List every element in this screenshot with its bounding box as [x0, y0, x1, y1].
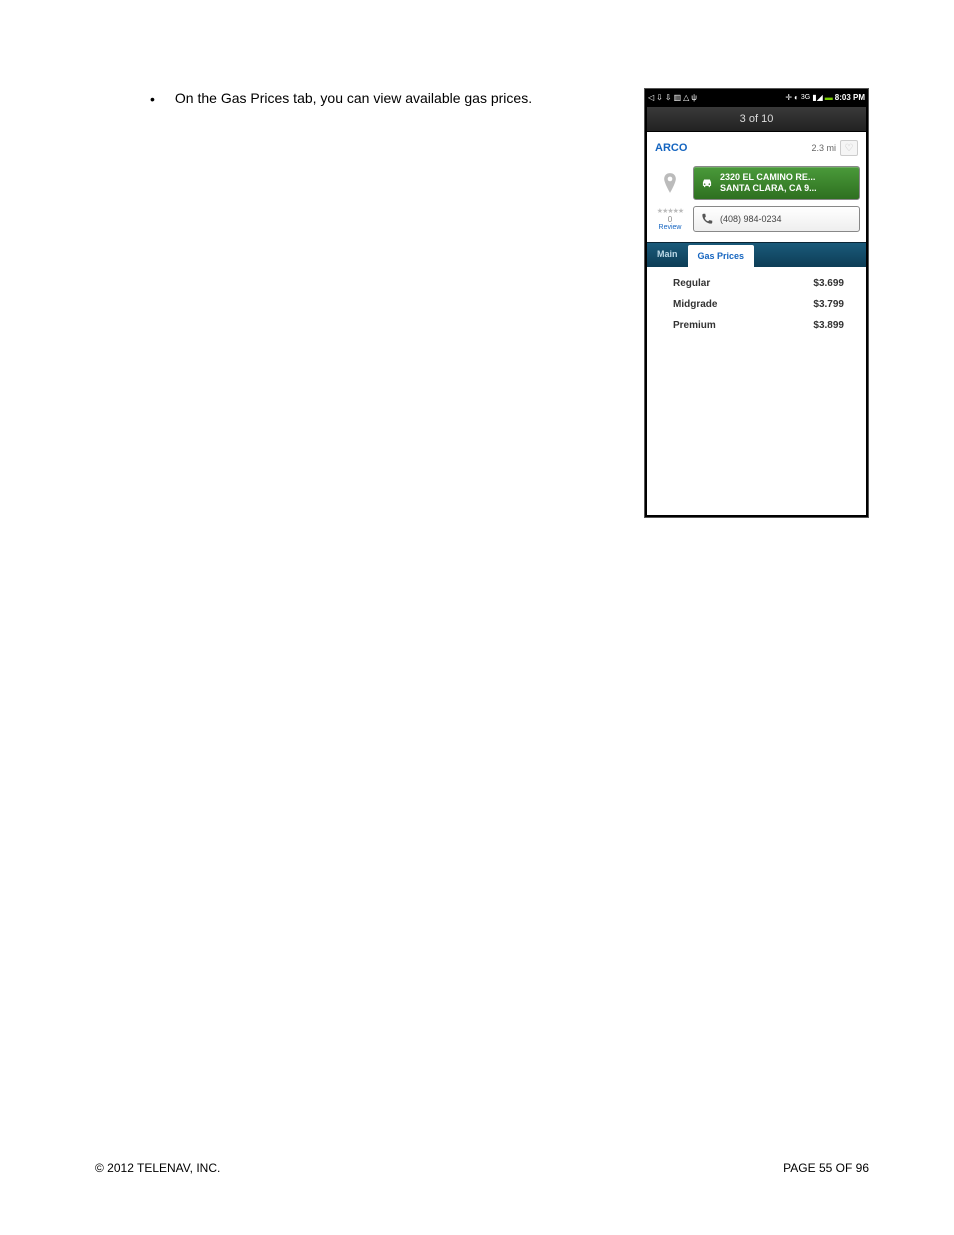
poi-name: ARCO	[655, 142, 687, 154]
info-section: 2320 EL CAMINO RE... SANTA CLARA, CA 9..…	[647, 162, 866, 242]
price-value: $3.799	[813, 299, 844, 310]
price-row: Premium $3.899	[647, 315, 866, 336]
bullet-dot: •	[150, 91, 155, 107]
battery-icon: ▬	[825, 93, 833, 102]
result-counter: 3 of 10	[647, 107, 866, 132]
favorite-button[interactable]: ♡	[840, 140, 858, 156]
tab-main[interactable]: Main	[647, 243, 688, 267]
signal-icon: ▮◢	[812, 93, 823, 102]
download-icon-2: ⇩	[665, 93, 672, 102]
price-row: Regular $3.699	[647, 273, 866, 294]
tabs-row: Main Gas Prices	[647, 242, 866, 267]
review-count: 0	[668, 215, 672, 224]
grade-label: Premium	[673, 320, 716, 331]
price-row: Midgrade $3.799	[647, 294, 866, 315]
call-button[interactable]: (408) 984-0234	[693, 206, 860, 232]
network-3g-icon: 3G	[801, 94, 810, 101]
download-icon: ⇩	[656, 93, 663, 102]
page-footer: © 2012 TELENAV, INC. PAGE 55 OF 96	[95, 1161, 869, 1175]
title-row: ARCO 2.3 mi ♡	[647, 132, 866, 162]
price-value: $3.699	[813, 278, 844, 289]
tab-gas-prices[interactable]: Gas Prices	[688, 245, 755, 267]
phone-icon	[700, 212, 714, 226]
address-line-2: SANTA CLARA, CA 9...	[720, 183, 817, 194]
gas-prices-panel: Regular $3.699 Midgrade $3.799 Premium $…	[647, 267, 866, 515]
star-icons: ★★★★★	[657, 207, 683, 215]
copyright-text: © 2012 TELENAV, INC.	[95, 1161, 220, 1175]
status-icons-right: ✛ ◐ 3G ▮◢ ▬ 8:03 PM	[785, 93, 865, 102]
sync-icon: ◐	[794, 93, 799, 102]
clock: 8:03 PM	[835, 93, 865, 102]
review-label: Review	[659, 224, 682, 231]
status-icons-left: ◁ ⇩ ⇩ ▥ △ ψ	[648, 93, 697, 102]
app-frame: 3 of 10 ARCO 2.3 mi ♡	[647, 107, 866, 515]
gps-icon: ✛	[785, 93, 792, 102]
status-bar: ◁ ⇩ ⇩ ▥ △ ψ ✛ ◐ 3G ▮◢ ▬ 8:03 PM	[645, 89, 868, 105]
page-number: PAGE 55 OF 96	[783, 1161, 869, 1175]
car-icon	[700, 176, 714, 190]
phone-number: (408) 984-0234	[720, 214, 782, 224]
location-marker	[653, 166, 687, 200]
picture-icon: ▥	[674, 93, 682, 102]
instruction-text: On the Gas Prices tab, you can view avai…	[175, 90, 532, 106]
address-line-1: 2320 EL CAMINO RE...	[720, 172, 817, 183]
rating-block: ★★★★★ 0 Review	[653, 206, 687, 232]
heart-icon: ♡	[845, 143, 854, 154]
distance-text: 2.3 mi	[811, 143, 836, 153]
grade-label: Midgrade	[673, 299, 717, 310]
drive-to-button[interactable]: 2320 EL CAMINO RE... SANTA CLARA, CA 9..…	[693, 166, 860, 200]
warning-icon: △	[683, 93, 689, 102]
pin-icon	[663, 173, 677, 193]
usb-icon: ψ	[691, 93, 697, 102]
price-value: $3.899	[813, 320, 844, 331]
phone-screenshot: ◁ ⇩ ⇩ ▥ △ ψ ✛ ◐ 3G ▮◢ ▬ 8:03 PM 3 of 10 …	[644, 88, 869, 518]
back-icon: ◁	[648, 93, 654, 102]
grade-label: Regular	[673, 278, 710, 289]
